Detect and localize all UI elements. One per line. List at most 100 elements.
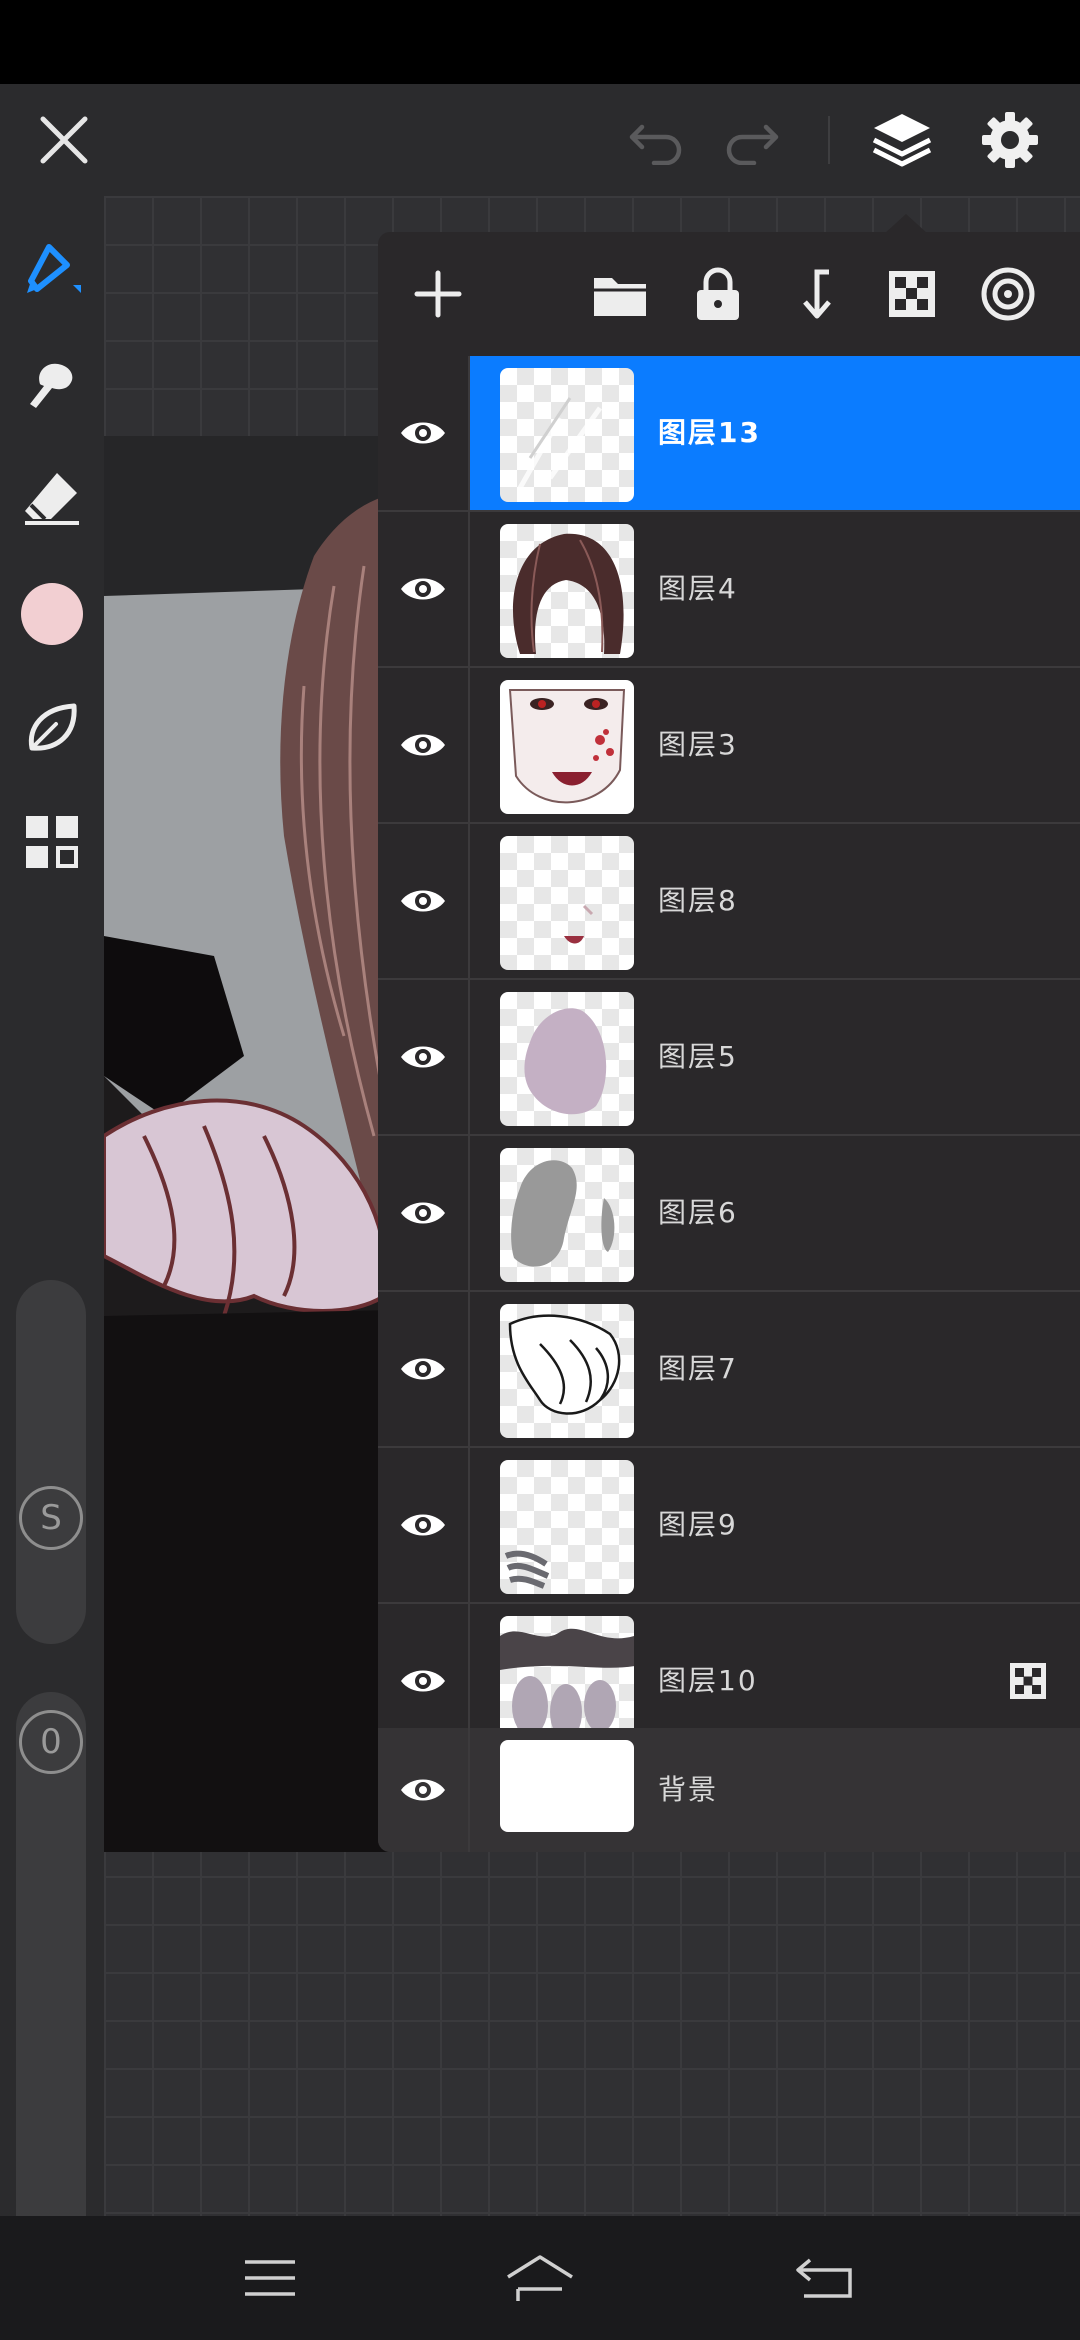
layer-name: 图层7 <box>658 1352 738 1385</box>
layer-name: 图层6 <box>658 1196 738 1229</box>
layer-panel-pointer <box>884 214 928 234</box>
layer-row[interactable]: 图层7 <box>378 1292 1080 1448</box>
alpha-lock-button[interactable] <box>872 254 952 334</box>
left-toolbar: S 0 <box>0 196 104 2266</box>
color-picker-button[interactable] <box>12 574 92 654</box>
eye-icon <box>401 1779 445 1801</box>
row-divider <box>468 824 470 978</box>
layer-thumbnail <box>500 368 634 502</box>
layer-row[interactable]: 图层13 <box>378 356 1080 512</box>
layer-row[interactable]: 图层4 <box>378 512 1080 668</box>
layer-thumbnail <box>500 992 634 1126</box>
row-divider <box>468 1292 470 1446</box>
row-divider <box>468 1728 470 1852</box>
menu-icon <box>245 2260 295 2296</box>
row-divider <box>468 512 470 666</box>
lock-icon <box>697 267 739 320</box>
eye-icon <box>401 1202 445 1224</box>
layer-thumbnail <box>500 680 634 814</box>
smudge-icon <box>30 363 73 408</box>
row-divider <box>468 1448 470 1602</box>
add-layer-icon <box>414 270 462 318</box>
back-icon <box>796 2258 852 2298</box>
row-divider <box>468 1136 470 1290</box>
color-swatch <box>21 583 83 645</box>
brush-size-knob[interactable]: S <box>19 1486 83 1550</box>
undo-button[interactable] <box>606 84 706 196</box>
visibility-toggle[interactable] <box>378 512 468 666</box>
alpha-lock-icon <box>889 271 935 317</box>
layer-row[interactable]: 图层9 <box>378 1448 1080 1604</box>
row-divider <box>468 668 470 822</box>
grid-menu-icon <box>26 816 78 868</box>
layers-button[interactable] <box>852 84 952 196</box>
brush-tool-button[interactable] <box>12 230 92 310</box>
layer-name: 图层13 <box>658 416 761 449</box>
status-bar <box>0 0 1080 84</box>
eye-icon <box>401 1514 445 1536</box>
settings-button[interactable] <box>960 84 1060 196</box>
row-divider <box>468 980 470 1134</box>
layer-row[interactable]: 图层8 <box>378 824 1080 980</box>
eye-icon <box>401 1358 445 1380</box>
background-layer-row[interactable]: 背景 <box>378 1728 1080 1852</box>
visibility-toggle[interactable] <box>378 356 468 510</box>
leaf-brush-icon <box>28 703 77 751</box>
add-layer-button[interactable] <box>398 254 478 334</box>
merge-down-button[interactable] <box>774 254 854 334</box>
visibility-toggle[interactable] <box>378 824 468 978</box>
visibility-toggle[interactable] <box>378 1136 468 1290</box>
system-nav-bar <box>0 2216 1080 2340</box>
layer-thumbnail <box>500 836 634 970</box>
row-divider <box>468 356 470 510</box>
close-icon <box>40 116 88 164</box>
visibility-toggle[interactable] <box>378 980 468 1134</box>
layer-panel: 图层13 图层4 图层3 图层8 图层5 图层6 图层7 图层9 图层10 背景 <box>378 232 1080 1852</box>
layer-thumbnail <box>500 1304 634 1438</box>
eye-icon <box>401 734 445 756</box>
back-button[interactable] <box>764 2228 884 2328</box>
brush-size-slider[interactable] <box>16 1280 86 1644</box>
layer-name: 图层5 <box>658 1040 738 1073</box>
visibility-toggle[interactable] <box>378 668 468 822</box>
layer-row[interactable]: 图层3 <box>378 668 1080 824</box>
close-button[interactable] <box>14 84 114 196</box>
layer-name: 图层3 <box>658 728 738 761</box>
merge-down-icon <box>803 269 831 319</box>
folder-icon <box>594 278 646 316</box>
brush-opacity-knob[interactable]: 0 <box>19 1710 83 1774</box>
layer-thumbnail <box>500 1148 634 1282</box>
eye-icon <box>401 1046 445 1068</box>
reference-layer-button[interactable] <box>968 254 1048 334</box>
layers-icon <box>872 114 932 167</box>
eraser-tool-button[interactable] <box>12 458 92 538</box>
brush-opacity-label: 0 <box>40 1722 62 1762</box>
home-button[interactable] <box>480 2228 600 2328</box>
eye-icon <box>401 890 445 912</box>
alpha-lock-indicator-icon <box>1010 1663 1046 1699</box>
menu-button[interactable] <box>210 2228 330 2328</box>
brush-size-label: S <box>40 1498 62 1538</box>
visibility-toggle[interactable] <box>378 1292 468 1446</box>
redo-icon <box>726 124 779 165</box>
visibility-toggle[interactable] <box>378 1728 468 1852</box>
brush-library-button[interactable] <box>12 688 92 768</box>
new-folder-button[interactable] <box>580 254 660 334</box>
eraser-icon <box>25 473 79 525</box>
layer-panel-toolbar <box>378 232 1080 356</box>
top-toolbar <box>0 84 1080 196</box>
smudge-tool-button[interactable] <box>12 344 92 424</box>
more-tools-button[interactable] <box>12 802 92 882</box>
lock-layer-button[interactable] <box>678 254 758 334</box>
layer-thumbnail <box>500 1460 634 1594</box>
target-icon <box>981 267 1035 321</box>
brush-opacity-slider[interactable] <box>16 1692 86 2266</box>
eye-icon <box>401 578 445 600</box>
layer-row[interactable]: 图层6 <box>378 1136 1080 1292</box>
layer-thumbnail <box>500 1740 634 1832</box>
layer-row[interactable]: 图层5 <box>378 980 1080 1136</box>
home-icon <box>507 2255 573 2301</box>
redo-button[interactable] <box>702 84 802 196</box>
visibility-toggle[interactable] <box>378 1448 468 1602</box>
toolbar-divider <box>828 116 830 164</box>
